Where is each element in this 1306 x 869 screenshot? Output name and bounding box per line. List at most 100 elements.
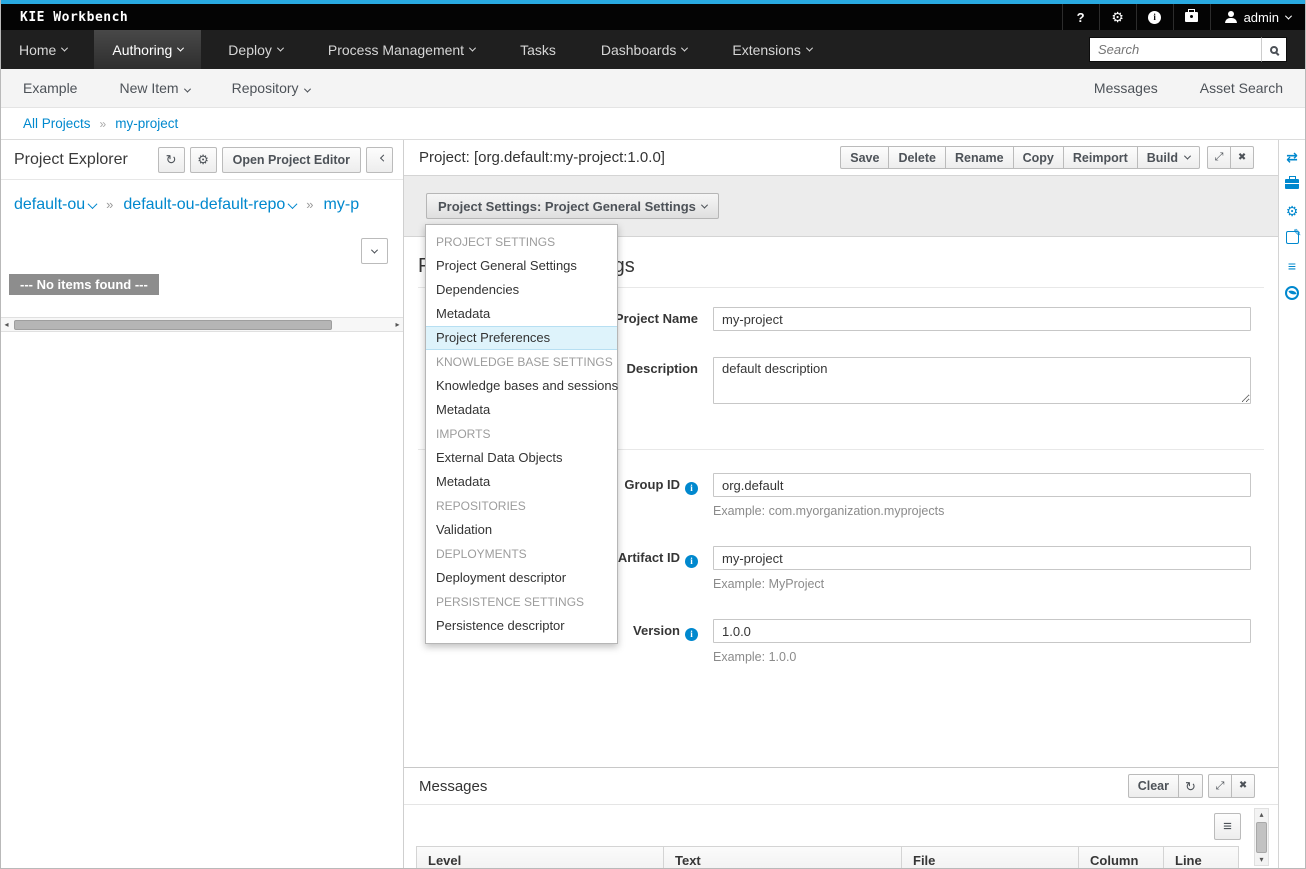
info-icon[interactable]: i (685, 482, 698, 495)
menu-group-header: IMPORTS (436, 427, 491, 441)
version-input[interactable] (713, 619, 1251, 643)
utility-rail: ⇄ ⚙ ≡ (1278, 140, 1305, 868)
clear-messages-button[interactable]: Clear (1127, 774, 1179, 798)
column-header-line[interactable]: Line (1164, 846, 1239, 868)
nav-item-dashboards[interactable]: Dashboards (583, 30, 706, 69)
nav-item-tasks[interactable]: Tasks (502, 30, 574, 69)
menu-messages[interactable]: Messages (1094, 80, 1158, 96)
refresh-icon: ↻ (1185, 778, 1196, 794)
user-menu[interactable]: admin (1209, 4, 1305, 30)
column-picker-button[interactable]: ≡ (1214, 813, 1241, 840)
info-icon[interactable]: i (685, 555, 698, 568)
about-button[interactable]: i (1135, 4, 1173, 30)
search-icon (1270, 45, 1278, 54)
menu-item-knowledge-bases[interactable]: Knowledge bases and sessions (426, 374, 618, 398)
column-header-text[interactable]: Text (664, 846, 902, 868)
column-header-level[interactable]: Level (416, 846, 664, 868)
save-button[interactable]: Save (840, 146, 890, 169)
column-header-column[interactable]: Column (1079, 846, 1164, 868)
project-name-input[interactable] (713, 307, 1251, 331)
description-textarea[interactable]: default description (713, 357, 1251, 404)
menu-new-item[interactable]: New Item (119, 80, 191, 96)
menu-item-project-general-settings[interactable]: Project General Settings (426, 254, 617, 278)
project-title: Project: [org.default:my-project:1.0.0] (419, 149, 665, 166)
empty-state-badge: --- No items found --- (9, 274, 159, 295)
chevron-down-icon (61, 44, 69, 52)
breadcrumb-my-project[interactable]: my-project (115, 116, 178, 131)
refresh-messages-button[interactable]: ↻ (1178, 774, 1203, 798)
menu-item-metadata-3[interactable]: Metadata (426, 470, 617, 494)
scroll-up-arrow[interactable]: ▴ (1255, 810, 1268, 819)
messages-panel: Messages Clear ↻ ⤢ ✖ ≡ ▴ ▾ Level Text Fi… (404, 767, 1278, 868)
menu-item-project-preferences[interactable]: Project Preferences (426, 326, 617, 350)
spring-icon[interactable] (1285, 286, 1299, 302)
scroll-down-arrow[interactable]: ▾ (1255, 855, 1268, 864)
shuffle-icon[interactable]: ⇄ (1286, 150, 1298, 164)
scrollbar-thumb[interactable] (1256, 822, 1267, 853)
nav-item-process-management[interactable]: Process Management (310, 30, 493, 69)
toolbox-button[interactable] (1172, 4, 1210, 30)
project-settings-dropdown[interactable]: Project Settings: Project General Settin… (426, 193, 719, 219)
list-icon[interactable]: ≡ (1288, 259, 1296, 273)
project-editor-panel: Project: [org.default:my-project:1.0.0] … (404, 140, 1278, 868)
panel-title: Project Explorer (14, 150, 128, 168)
nav-item-extensions[interactable]: Extensions (714, 30, 829, 69)
reimport-button[interactable]: Reimport (1062, 146, 1138, 169)
menu-group-header: DEPLOYMENTS (436, 547, 527, 561)
menu-asset-search[interactable]: Asset Search (1200, 80, 1283, 96)
copy-button[interactable]: Copy (1012, 146, 1064, 169)
settings-button[interactable]: ⚙ (1098, 4, 1136, 30)
info-icon: i (1148, 10, 1162, 24)
maximize-messages-button[interactable]: ⤢ (1208, 774, 1232, 798)
close-icon: ✖ (1237, 151, 1247, 163)
search-button[interactable] (1261, 37, 1287, 62)
scrollbar-thumb[interactable] (14, 320, 332, 330)
menu-item-metadata-2[interactable]: Metadata (426, 398, 617, 422)
edit-icon[interactable] (1285, 227, 1302, 246)
search-input[interactable] (1089, 37, 1261, 62)
nav-item-authoring[interactable]: Authoring (94, 30, 202, 69)
explorer-settings-button[interactable]: ⚙ (189, 146, 217, 173)
scroll-left-arrow[interactable]: ◂ (1, 317, 12, 332)
artifact-id-input[interactable] (713, 546, 1251, 570)
briefcase-icon[interactable] (1285, 176, 1299, 191)
nav-item-home[interactable]: Home (1, 30, 85, 69)
menu-item-dependencies[interactable]: Dependencies (426, 278, 617, 302)
menu-item-deployment-descriptor[interactable]: Deployment descriptor (426, 566, 617, 590)
menu-item-metadata-1[interactable]: Metadata (426, 302, 617, 326)
vertical-scrollbar[interactable]: ▴ ▾ (1254, 808, 1269, 866)
maximize-panel-button[interactable]: ⤢ (1207, 146, 1231, 169)
rename-button[interactable]: Rename (944, 146, 1014, 169)
delete-button[interactable]: Delete (888, 146, 946, 169)
group-id-input[interactable] (713, 473, 1251, 497)
project-settings-menu: PROJECT SETTINGS Project General Setting… (425, 224, 618, 644)
build-button[interactable]: Build (1136, 146, 1200, 169)
menu-item-validation[interactable]: Validation (426, 518, 617, 542)
crumb-org-unit[interactable]: default-ou (14, 196, 98, 213)
close-panel-button[interactable]: ✖ (1230, 146, 1254, 169)
expand-icon: ⤢ (1215, 779, 1225, 792)
menu-item-persistence-descriptor[interactable]: Persistence descriptor (426, 614, 617, 638)
gear-icon[interactable]: ⚙ (1286, 204, 1299, 218)
close-messages-button[interactable]: ✖ (1231, 774, 1255, 798)
nav-item-deploy[interactable]: Deploy (210, 30, 301, 69)
help-button[interactable]: ? (1061, 4, 1099, 30)
menu-repository[interactable]: Repository (232, 80, 311, 96)
collapse-panel-button[interactable] (366, 146, 393, 173)
column-header-file[interactable]: File (902, 846, 1079, 868)
user-name: admin (1243, 9, 1279, 25)
breadcrumb-separator: » (99, 116, 107, 131)
refresh-button[interactable]: ↻ (157, 146, 185, 173)
menu-item-external-data-objects[interactable]: External Data Objects (426, 446, 617, 470)
crumb-repository[interactable]: default-ou-default-repo (123, 196, 298, 213)
crumb-project[interactable]: my-p (324, 196, 360, 213)
info-icon[interactable]: i (685, 628, 698, 641)
horizontal-scrollbar[interactable]: ◂ ▸ (1, 317, 403, 332)
open-project-editor-button[interactable]: Open Project Editor (221, 146, 361, 173)
breadcrumb-all-projects[interactable]: All Projects (23, 116, 91, 131)
chevron-down-icon (681, 44, 689, 52)
masthead-actions: ? ⚙ i admin (1061, 4, 1305, 30)
scroll-right-arrow[interactable]: ▸ (392, 317, 403, 332)
explorer-options-toggle[interactable] (361, 238, 388, 264)
menu-example[interactable]: Example (23, 80, 77, 96)
